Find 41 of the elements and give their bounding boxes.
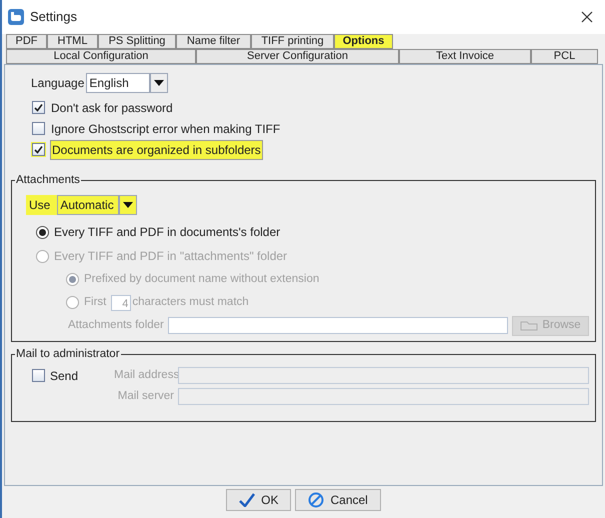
- use-label: Use: [28, 197, 52, 214]
- checkbox[interactable]: [32, 143, 45, 156]
- radio-label: Every TIFF and PDF in "attachments" folder: [54, 248, 288, 265]
- ok-button[interactable]: OK: [226, 489, 292, 511]
- tab[interactable]: Name filter: [176, 34, 251, 49]
- tab[interactable]: Server Configuration: [196, 49, 399, 64]
- window-title: Settings: [30, 8, 77, 26]
- folder-field[interactable]: [168, 317, 508, 334]
- folder-icon: [520, 320, 538, 330]
- radio-label: First: [84, 295, 106, 310]
- tab[interactable]: PCL: [531, 49, 598, 64]
- input-field[interactable]: [178, 367, 589, 384]
- field-label: Mail server: [116, 389, 174, 404]
- checkbox[interactable]: [32, 101, 45, 114]
- use-dropdown[interactable]: Automatic: [57, 195, 120, 215]
- tab[interactable]: Local Configuration: [6, 49, 196, 64]
- close-icon[interactable]: [581, 11, 593, 23]
- app-logo-icon: [8, 9, 24, 25]
- tab[interactable]: PS Splitting: [98, 34, 176, 49]
- checkbox[interactable]: [32, 369, 45, 382]
- tab[interactable]: Options: [334, 34, 393, 49]
- checkbox-label: Documents are organized in subfolders: [50, 140, 263, 160]
- radio-label: Prefixed by document name without extension: [84, 272, 320, 287]
- checkbox-label: Don't ask for password: [50, 100, 174, 116]
- cancel-icon: [308, 492, 324, 508]
- language-dropdown[interactable]: English: [86, 73, 150, 93]
- tab[interactable]: Text Invoice: [399, 49, 531, 64]
- language-label: Language: [31, 75, 84, 92]
- count-suffix: characters must match: [132, 295, 249, 310]
- tab[interactable]: TIFF printing: [251, 34, 334, 49]
- radio-button[interactable]: [36, 226, 49, 238]
- checkmark-icon: [239, 493, 256, 507]
- tab[interactable]: PDF: [6, 34, 47, 49]
- checkbox[interactable]: [32, 122, 45, 135]
- radio-label: Every TIFF and PDF in documents's folder: [54, 224, 280, 241]
- send-label: Send: [50, 368, 78, 384]
- tab[interactable]: HTML: [47, 34, 98, 49]
- checkbox-label: Ignore Ghostscript error when making TIFF: [50, 120, 282, 138]
- input-field[interactable]: [178, 388, 589, 406]
- folder-label: Attachments folder: [68, 318, 164, 333]
- cancel-button[interactable]: Cancel: [295, 489, 381, 511]
